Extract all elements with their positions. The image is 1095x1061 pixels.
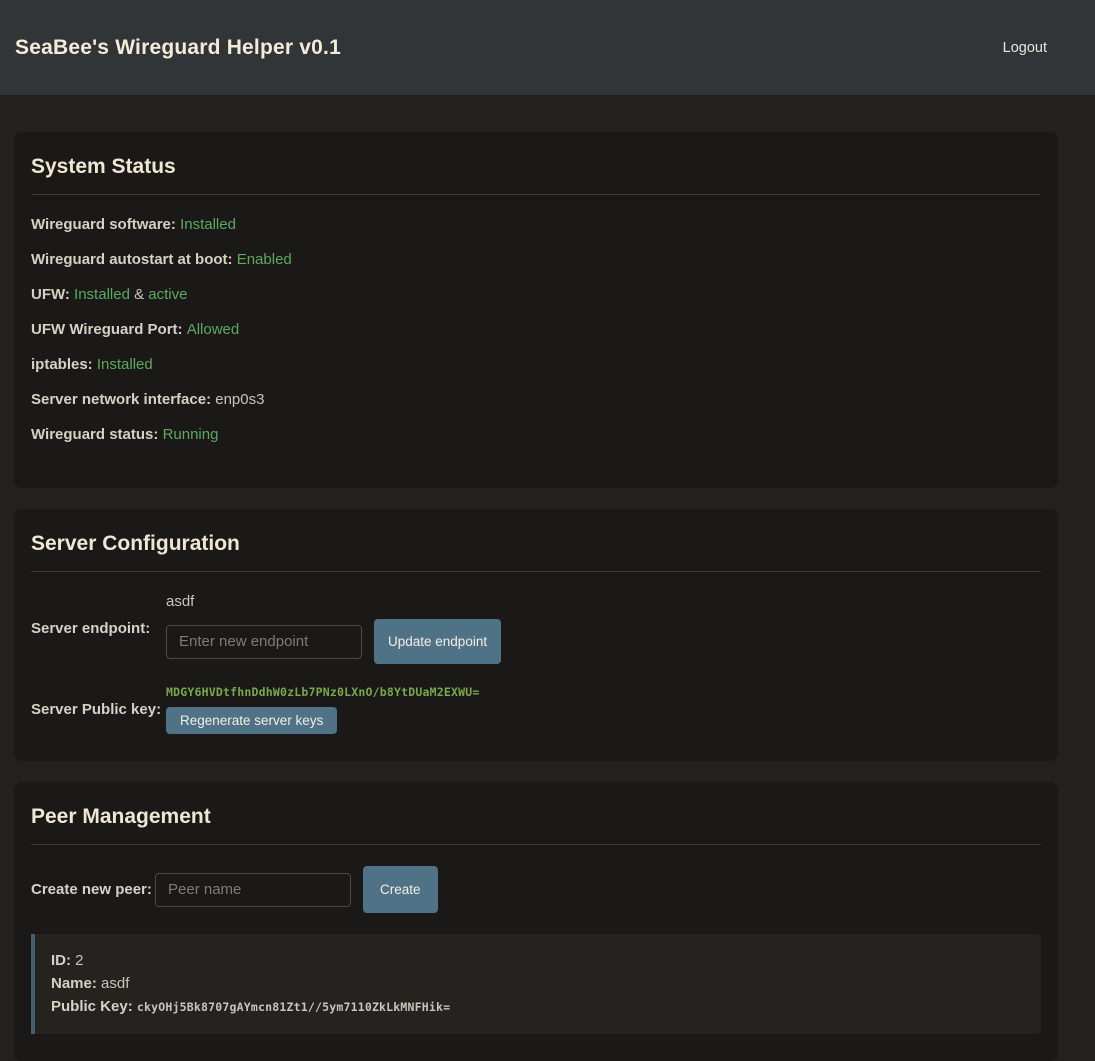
server-public-key-row: Server Public key: MDGY6HVDtfhnDdhW0zLb7… [31,685,1041,734]
peer-line: ID: 2 [51,951,1025,970]
server-endpoint-label: Server endpoint: [31,620,166,637]
endpoint-input[interactable] [166,625,362,659]
peer-line: Public Key: ckyOHj5Bk8707gAYmcn81Zt1//5y… [51,997,1025,1017]
peer-public-key: ckyOHj5Bk8707gAYmcn81Zt1//5ym7110ZkLkMNF… [137,1000,450,1014]
main-content: System Status Wireguard software: Instal… [14,95,1058,1061]
server-public-key-value: MDGY6HVDtfhnDdhW0zLb7PNz0LXnO/b8YtDUaM2E… [166,685,479,699]
section-divider [31,571,1041,572]
create-peer-row: Create new peer: Create [31,866,1041,913]
peer-value: asdf [101,975,129,992]
status-row: iptables: Installed [31,356,1041,373]
peer-item: ID: 2 Name: asdf Public Key: ckyOHj5Bk8707… [31,934,1041,1034]
status-value: Installed [97,356,153,373]
app-header: SeaBee's Wireguard Helper v0.1 Logout [0,0,1095,95]
status-row-label: Wireguard software: [31,216,180,233]
section-divider [31,844,1041,845]
peer-list: ID: 2 Name: asdf Public Key: ckyOHj5Bk8707… [31,934,1041,1034]
status-value: enp0s3 [215,391,264,408]
regenerate-server-keys-button[interactable]: Regenerate server keys [166,707,337,734]
peer-line-label: Name: [51,975,101,992]
status-row-label: Wireguard status: [31,426,163,443]
status-value: Running [163,426,219,443]
status-value: Allowed [187,321,240,338]
system-status-card: System Status Wireguard software: Instal… [14,132,1058,488]
create-peer-label: Create new peer: [31,881,155,898]
server-public-key-content: MDGY6HVDtfhnDdhW0zLb7PNz0LXnO/b8YtDUaM2E… [166,685,479,734]
status-value: Installed [74,286,130,303]
create-peer-button[interactable]: Create [363,866,438,913]
app-title: SeaBee's Wireguard Helper v0.1 [15,36,341,60]
system-status-title: System Status [31,155,1041,179]
status-value: & [130,286,148,303]
status-row-label: iptables: [31,356,97,373]
server-config-card: Server Configuration Server endpoint: as… [14,509,1058,761]
status-row: Wireguard status: Running [31,426,1041,443]
update-endpoint-button[interactable]: Update endpoint [374,619,501,664]
status-row-label: UFW Wireguard Port: [31,321,187,338]
status-value: Enabled [237,251,292,268]
logout-link[interactable]: Logout [1003,40,1047,56]
status-value: Installed [180,216,236,233]
peer-name-input[interactable] [155,873,351,907]
status-row-label: Server network interface: [31,391,215,408]
status-row-label: UFW: [31,286,74,303]
server-config-title: Server Configuration [31,532,1041,556]
status-row-label: Wireguard autostart at boot: [31,251,237,268]
peer-management-title: Peer Management [31,805,1041,829]
status-row: Wireguard autostart at boot: Enabled [31,251,1041,268]
section-divider [31,194,1041,195]
server-endpoint-current-value: asdf [166,593,501,610]
peer-value: 2 [75,952,83,969]
server-public-key-label: Server Public key: [31,701,166,718]
peer-line-label: Public Key: [51,998,137,1015]
server-endpoint-row: Server endpoint: asdf Update endpoint [31,593,1041,664]
status-row: UFW Wireguard Port: Allowed [31,321,1041,338]
status-row: Server network interface: enp0s3 [31,391,1041,408]
status-row: Wireguard software: Installed [31,216,1041,233]
status-value: active [148,286,187,303]
server-endpoint-content: asdf Update endpoint [166,593,501,664]
peer-line: Name: asdf [51,974,1025,993]
status-row: UFW: Installed & active [31,286,1041,303]
peer-management-card: Peer Management Create new peer: Create … [14,782,1058,1061]
status-rows: Wireguard software: Installed Wireguard a… [31,216,1041,443]
peer-line-label: ID: [51,952,75,969]
